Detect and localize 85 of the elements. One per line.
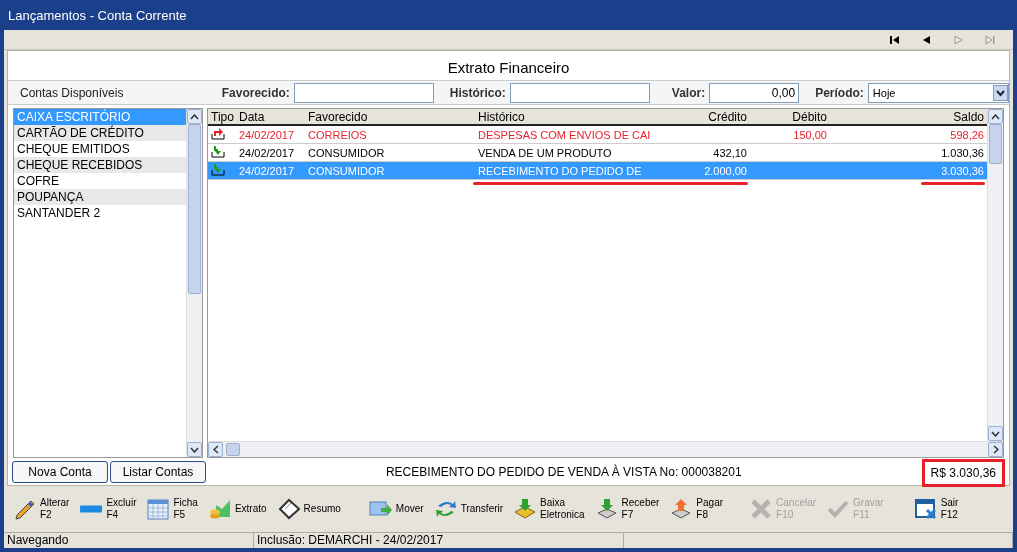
scrollbar-thumb[interactable] — [188, 124, 201, 294]
filter-label: Período: — [815, 85, 864, 100]
filter-label: Valor: — [671, 85, 706, 100]
status-text: Inclusão: DEMARCHI - 24/02/2017 — [254, 533, 624, 548]
window-title: Lançamentos - Conta Corrente — [7, 6, 188, 25]
account-item[interactable]: CARTÃO DE CRÉDITO — [14, 125, 186, 141]
account-button[interactable]: Listar Contas — [110, 460, 206, 483]
transaction-row[interactable]: 24/02/2017 CORREIOS DESPESAS COM ENVIOS DE CAI 150,00 598,26 — [208, 126, 987, 144]
period-dropdown[interactable]: Hoje — [867, 82, 1009, 103]
scroll-button[interactable] — [187, 442, 202, 457]
scroll-button[interactable] — [988, 426, 1003, 441]
transaction-row[interactable]: 24/02/2017 CONSUMIDOR VENDA DE UM PRODUTO 432,10 1.030,36 — [208, 144, 987, 162]
scroll-right-icon — [992, 445, 999, 454]
scroll-down-icon — [190, 446, 199, 453]
column-header[interactable]: Crédito — [675, 109, 750, 124]
highlight-underline — [921, 182, 985, 185]
table-cell-text: 24/02/2017 — [238, 128, 296, 141]
scrollbar-thumb[interactable] — [989, 124, 1002, 164]
incoming-arrow-icon — [211, 163, 225, 176]
accounts-label: Contas Disponíveis — [19, 85, 125, 100]
toolbar-button[interactable]: Resumo — [271, 497, 346, 521]
table-cell-text: 24/02/2017 — [238, 164, 296, 177]
toolbar-button[interactable]: Pagar F8 — [664, 497, 729, 521]
scroll-up-icon — [991, 113, 1000, 120]
toolbar-button[interactable]: Extrato — [202, 497, 272, 521]
table-cell-text: 3.030,36 — [940, 164, 985, 177]
filter-field[interactable] — [509, 82, 650, 103]
column-header[interactable]: Tipo — [208, 109, 236, 124]
first-record-icon — [888, 33, 900, 46]
scroll-button[interactable] — [208, 442, 223, 457]
filter-field[interactable] — [293, 82, 434, 103]
outgoing-arrow-icon — [211, 127, 225, 140]
vertical-scrollbar[interactable] — [987, 109, 1003, 441]
total-balance: R$ 3.030,36 — [921, 458, 1005, 487]
scrollbar-thumb[interactable] — [226, 443, 240, 456]
table-cell-text: 432,10 — [712, 146, 748, 159]
table-cell-text: VENDA DE UM PRODUTO — [477, 146, 613, 159]
table-cell-text: 1.030,36 — [940, 146, 985, 159]
column-header[interactable]: Saldo — [830, 109, 987, 124]
box-download-icon — [513, 497, 538, 521]
scroll-up-icon — [190, 113, 199, 120]
table-cell-text: CONSUMIDOR — [307, 164, 386, 177]
column-header[interactable]: Data — [236, 109, 305, 124]
toolbar-button[interactable]: Ficha F5 — [141, 497, 203, 521]
table-cell-text: 2.000,00 — [703, 164, 748, 177]
horizontal-scrollbar[interactable] — [208, 441, 1003, 457]
column-header[interactable]: Histórico — [475, 109, 675, 124]
toolbar-button[interactable]: Alterar F2 — [8, 497, 75, 521]
scroll-button[interactable] — [988, 442, 1003, 457]
table-cell-text: 24/02/2017 — [238, 146, 296, 159]
scroll-left-icon — [212, 445, 219, 454]
scroll-button[interactable] — [988, 109, 1003, 124]
account-item[interactable]: CHEQUE RECEBIDOS — [14, 157, 186, 173]
table-cell-text: DESPESAS COM ENVIOS DE CAI — [477, 128, 652, 141]
minus-bar-icon — [79, 505, 104, 513]
table-cell-text: 598,26 — [949, 128, 985, 141]
transaction-detail: RECEBIMENTO DO PEDIDO DE VENDA À VISTA No: 000038201 — [384, 464, 743, 479]
toolbar-button[interactable]: Receber F7 — [589, 497, 665, 521]
column-header[interactable]: Débito — [750, 109, 830, 124]
toolbar-button[interactable]: Mover — [363, 497, 429, 521]
table-cell-text: 150,00 — [792, 128, 828, 141]
vertical-scrollbar[interactable] — [186, 109, 202, 457]
filter-field[interactable]: 0,00 — [709, 82, 800, 103]
account-button[interactable]: Nova Conta — [12, 460, 108, 483]
calendar-icon — [146, 497, 171, 521]
next-record-icon — [952, 33, 964, 46]
filter-label: Histórico: — [449, 85, 506, 100]
toolbar-button[interactable]: Transferir — [428, 497, 509, 521]
toolbar-button[interactable]: Excluir F4 — [74, 497, 142, 521]
scroll-button[interactable] — [187, 109, 202, 124]
exit-window-icon — [913, 497, 938, 521]
incoming-arrow-icon — [211, 145, 225, 158]
account-item[interactable]: POUPANÇA — [14, 189, 186, 205]
toolbar-button[interactable]: Baixa Eletronica — [508, 497, 590, 521]
table-cell-text: CORREIOS — [307, 128, 368, 141]
table-cell-text: RECEBIMENTO DO PEDIDO DE — [477, 164, 643, 177]
cross-icon — [749, 497, 774, 521]
table-cell-text: CONSUMIDOR — [307, 146, 386, 159]
status-text: Navegando — [4, 533, 254, 548]
filter-label: Favorecido: — [221, 85, 290, 100]
last-record-icon — [984, 33, 996, 46]
page-heading: Extrato Financeiro — [447, 58, 570, 78]
column-header[interactable]: Favorecido — [305, 109, 475, 124]
toolbar-button[interactable]: Sair F12 — [908, 497, 964, 521]
scroll-down-icon — [991, 430, 1000, 437]
